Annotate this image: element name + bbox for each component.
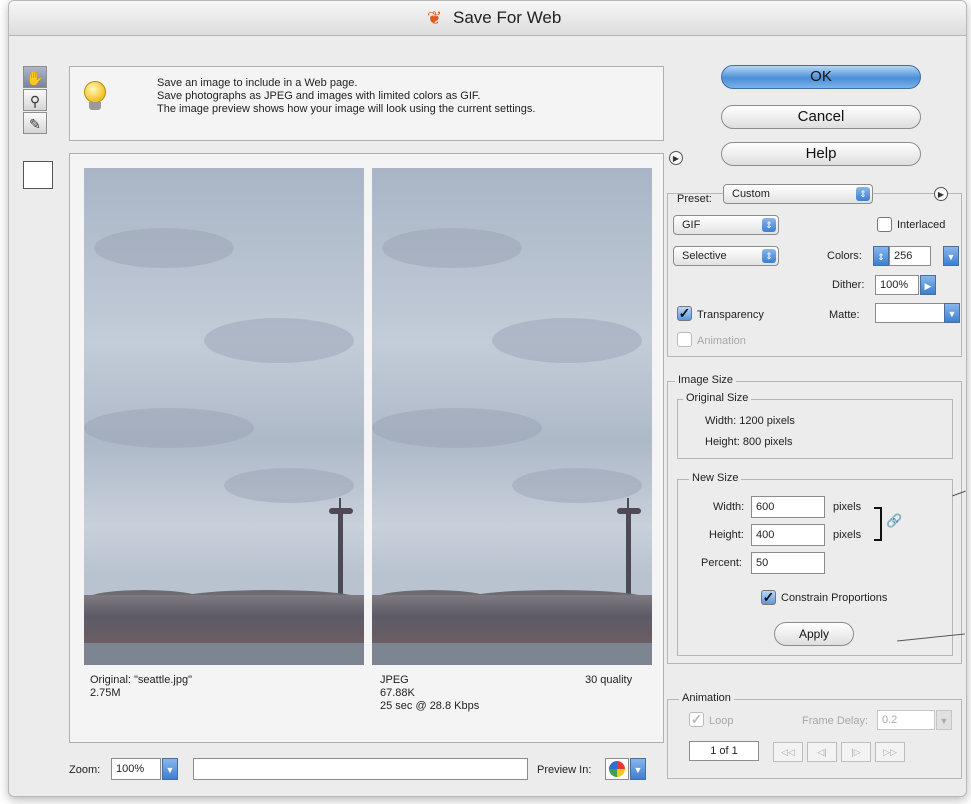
lightbulb-icon	[84, 81, 106, 103]
format-select[interactable]: GIF ⇕	[673, 215, 779, 235]
animation-checkbox[interactable]	[677, 332, 692, 347]
matte-label: Matte:	[829, 309, 860, 321]
dither-dropdown-icon[interactable]: ▶	[920, 275, 936, 295]
new-height-field[interactable]: 400	[751, 524, 825, 546]
colors-stepper-icon[interactable]: ⇕	[873, 246, 889, 266]
constrain-proportions-label: Constrain Proportions	[781, 592, 888, 604]
info-text-line-1: Save an image to include in a Web page.	[157, 77, 358, 89]
last-frame-button[interactable]: ▷▷	[875, 742, 905, 762]
zoom-label: Zoom:	[69, 764, 101, 776]
new-height-units: pixels	[833, 529, 862, 541]
preview-in-label: Preview In:	[537, 764, 592, 776]
new-size-title: New Size	[689, 472, 742, 484]
preset-arrow-icon: ⇕	[856, 187, 870, 201]
info-text-line-2: Save photographs as JPEG and images with…	[157, 90, 481, 102]
original-caption-size: 2.75M	[90, 687, 121, 699]
browser-dropdown-icon[interactable]: ▼	[630, 758, 646, 780]
color-reduction-value: Selective	[682, 250, 727, 262]
frame-delay-label: Frame Delay:	[802, 715, 869, 727]
frame-counter: 1 of 1	[689, 741, 759, 761]
new-width-units: pixels	[833, 501, 862, 513]
new-width-field[interactable]: 600	[751, 496, 825, 518]
transparency-label: Transparency	[697, 309, 764, 321]
transparency-checkbox[interactable]: ✓	[677, 306, 692, 321]
zoom-dropdown-icon[interactable]: ▼	[162, 758, 178, 780]
optimized-caption-size: 67.88K	[380, 687, 415, 699]
new-height-label: Height:	[709, 529, 744, 541]
frame-delay-field[interactable]: 0.2	[877, 710, 935, 730]
constrain-proportions-checkbox[interactable]: ✓	[761, 590, 776, 605]
colors-label: Colors:	[827, 250, 862, 262]
frame-delay-dropdown-icon[interactable]: ▼	[936, 710, 952, 730]
preview-area: Original: "seattle.jpg" 2.75M JPEG 30 qu…	[69, 153, 664, 743]
info-text-line-3: The image preview shows how your image w…	[157, 103, 536, 115]
zoom-tool-icon[interactable]: ⚲	[23, 89, 47, 111]
help-button[interactable]: Help	[721, 142, 921, 166]
optimized-caption-quality: 30 quality	[585, 674, 633, 686]
optimized-image-pane[interactable]	[372, 168, 652, 665]
eyedropper-color-swatch[interactable]	[23, 161, 53, 189]
eyedropper-tool-icon[interactable]: ✎	[23, 112, 47, 134]
optimized-caption-time: 25 sec @ 28.8 Kbps	[380, 700, 480, 712]
window-title: Save For Web	[453, 8, 562, 27]
loop-checkbox[interactable]: ✓	[689, 712, 704, 727]
first-frame-button[interactable]: ◁◁	[773, 742, 803, 762]
original-size-group	[677, 399, 953, 459]
photoshop-feather-icon: ❦	[427, 8, 443, 28]
original-image-pane[interactable]	[84, 168, 364, 665]
zoom-field[interactable]: 100%	[111, 758, 161, 780]
preset-select[interactable]: Custom ⇕	[723, 184, 873, 204]
dither-field[interactable]: 100%	[875, 275, 919, 295]
browser-globe-icon	[609, 761, 625, 777]
format-value: GIF	[682, 219, 701, 231]
color-reduction-select[interactable]: Selective ⇕	[673, 246, 779, 266]
percent-label: Percent:	[701, 557, 742, 569]
status-field	[193, 758, 528, 780]
matte-field[interactable]	[875, 303, 945, 323]
interlaced-label: Interlaced	[897, 219, 946, 231]
info-panel: Save an image to include in a Web page. …	[69, 66, 664, 141]
interlaced-checkbox[interactable]	[877, 217, 892, 232]
original-height-text: Height: 800 pixels	[705, 436, 793, 448]
original-width-text: Width: 1200 pixels	[705, 415, 795, 427]
dither-label: Dither:	[832, 279, 865, 291]
optimize-menu-icon[interactable]: ▶	[669, 151, 683, 165]
next-frame-button[interactable]: |▷	[841, 742, 871, 762]
preset-label: Preset:	[677, 193, 712, 205]
proportion-bracket	[874, 507, 882, 541]
ok-button[interactable]: OK	[721, 65, 921, 89]
settings-menu-icon[interactable]: ▶	[934, 187, 948, 201]
animation-label: Animation	[697, 335, 746, 347]
original-size-title: Original Size	[683, 392, 752, 404]
format-arrow-icon: ⇕	[762, 218, 776, 232]
apply-button[interactable]: Apply	[774, 622, 854, 646]
title-bar: ❦ Save For Web	[9, 1, 966, 36]
matte-dropdown-icon[interactable]: ▼	[944, 303, 960, 323]
percent-field[interactable]: 50	[751, 552, 825, 574]
hand-tool-icon[interactable]: ✋	[23, 66, 47, 88]
colors-dropdown-icon[interactable]: ▼	[943, 246, 959, 266]
image-size-title: Image Size	[675, 374, 737, 386]
loop-label: Loop	[709, 715, 734, 727]
lightbulb-base	[89, 102, 101, 110]
colors-field[interactable]: 256	[889, 246, 931, 266]
color-reduction-arrow-icon: ⇕	[762, 249, 776, 263]
animation-group-title: Animation	[679, 692, 734, 704]
chain-link-icon: 🔗	[886, 513, 903, 528]
new-width-label: Width:	[713, 501, 745, 513]
optimized-caption-format: JPEG	[380, 674, 409, 686]
previous-frame-button[interactable]: ◁|	[807, 742, 837, 762]
browser-preview-button[interactable]	[605, 758, 629, 780]
original-caption-name: Original: "seattle.jpg"	[90, 674, 192, 686]
save-for-web-dialog: ❦ Save For Web ✋ ⚲ ✎ Save an image to in…	[8, 0, 967, 797]
cancel-button[interactable]: Cancel	[721, 105, 921, 129]
preset-value: Custom	[732, 188, 770, 200]
